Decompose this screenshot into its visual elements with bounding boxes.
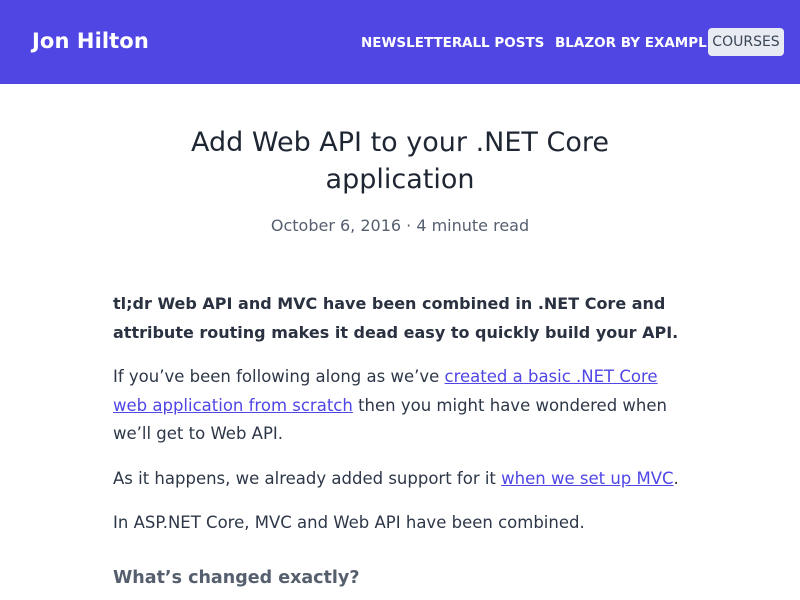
intro-text-before: If you’ve been following along as we’ve (113, 367, 445, 386)
mvc-text-after: . (673, 468, 679, 488)
post-content: tl;dr Web API and MVC have been combined… (113, 290, 693, 592)
nav-all-posts-link[interactable]: ALL POSTS (462, 35, 544, 51)
section-heading: What’s changed exactly? (113, 567, 360, 588)
mvc-support-paragraph: As it happens, we already added support … (113, 465, 693, 494)
combined-paragraph: In ASP.NET Core, MVC and Web API have be… (113, 513, 585, 532)
post-title: Add Web API to your .NET Core applicatio… (191, 127, 609, 195)
nav-newsletter-link[interactable]: NEWSLETTER (361, 35, 462, 51)
intro-paragraph: If you’ve been following along as we’ve … (113, 363, 693, 449)
post-date: October 6, 2016 (270, 216, 402, 235)
post-read-time: 4 minute read (416, 216, 530, 235)
site-header: Jon Hilton NEWSLETTER ALL POSTS BLAZOR B… (0, 0, 800, 84)
meta-separator: · (401, 216, 417, 235)
mvc-text-before: As it happens, we already added support … (113, 468, 502, 488)
nav-courses-button[interactable]: COURSES (708, 28, 784, 56)
nav-blazor-by-example-link[interactable]: BLAZOR BY EXAMPLE (555, 35, 716, 51)
main-nav: NEWSLETTER ALL POSTS BLAZOR BY EXAMPLE C… (0, 28, 800, 56)
set-up-mvc-link[interactable]: when we set up MVC (501, 469, 673, 488)
tldr-paragraph: tl;dr Web API and MVC have been combined… (113, 294, 679, 342)
post-meta: October 6, 2016 · 4 minute read (0, 216, 800, 235)
